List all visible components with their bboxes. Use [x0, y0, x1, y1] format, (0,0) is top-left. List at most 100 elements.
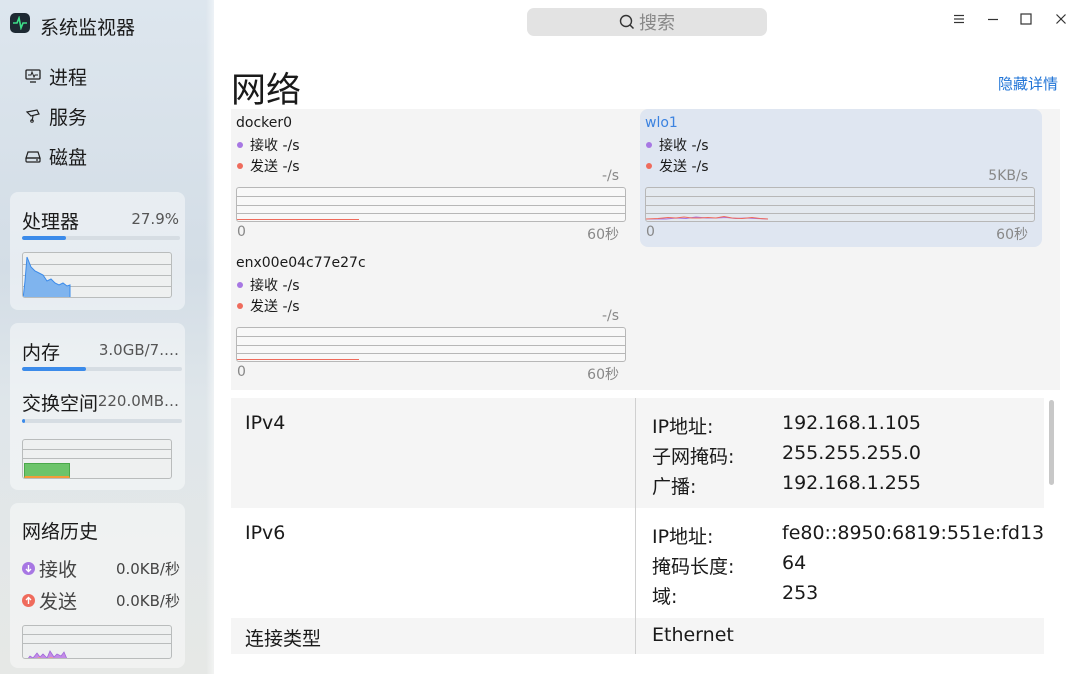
network-history-title: 网络历史: [22, 521, 99, 543]
interface-name: enx00e04c77e27c: [236, 255, 366, 271]
nav-item-label: 服务: [49, 106, 88, 129]
receive-rate: 接收 -/s: [659, 138, 709, 154]
nav-item-label: 磁盘: [49, 146, 88, 169]
cpu-card[interactable]: 处理器 27.9%: [10, 192, 185, 310]
send-legend: 发送 0.0KB/秒: [22, 589, 180, 613]
interface-card-docker0[interactable]: docker0 接收 -/s 发送 -/s -/s 0 60秒: [231, 109, 633, 247]
app-logo-icon: [10, 13, 30, 33]
memory-title: 内存: [22, 342, 61, 364]
close-button[interactable]: [1050, 8, 1072, 30]
send-line: [237, 359, 359, 360]
cpu-graph: [22, 252, 172, 298]
download-arrow-icon: [22, 561, 35, 575]
send-dot-icon: [237, 163, 243, 169]
interface-name: docker0: [236, 115, 293, 131]
axis-start: 0: [237, 224, 246, 240]
hide-details-link[interactable]: 隐藏详情: [998, 73, 1058, 94]
interface-graph-area: docker0 接收 -/s 发送 -/s -/s 0 60秒 wlo1 接收 …: [231, 109, 1060, 390]
send-dot-icon: [237, 303, 243, 309]
field-value: Ethernet: [652, 624, 734, 646]
receive-rate: 接收 -/s: [250, 138, 300, 154]
send-rate: 发送 -/s: [250, 159, 300, 175]
table-row-ipv6: IPv6 IP地址: fe80::8950:6819:551e:fd13 掩码长…: [231, 508, 1044, 618]
close-icon: [1056, 14, 1066, 24]
receive-rate: 0.0KB/秒: [115, 559, 180, 578]
nav-item-services[interactable]: 服务: [24, 103, 87, 129]
send-row: 发送 -/s: [236, 156, 300, 176]
memory-graph: [22, 439, 172, 479]
memory-usage-block: [24, 463, 70, 478]
menu-button[interactable]: [948, 8, 970, 30]
minimize-button[interactable]: [982, 8, 1004, 30]
cpu-usage-area: [23, 256, 71, 297]
memory-card[interactable]: 内存 3.0GB/7.… 交换空间 220.0MB…: [10, 323, 185, 490]
nav-item-disks[interactable]: 磁盘: [24, 143, 87, 169]
row-label: 连接类型: [245, 628, 322, 650]
axis-end: 60秒: [587, 227, 619, 243]
axis-start: 0: [646, 224, 655, 240]
details-table: IPv4 IP地址: 192.168.1.105 子网掩码: 255.255.2…: [231, 398, 1044, 654]
page-title: 网络: [231, 71, 302, 111]
interface-graph: [236, 187, 626, 222]
field-label: 域:: [652, 586, 678, 608]
search-placeholder: 搜索: [639, 13, 675, 34]
receive-history-area: [28, 650, 68, 658]
send-dot-icon: [646, 163, 652, 169]
network-history-card[interactable]: 网络历史 接收 0.0KB/秒 发送 0.0KB/秒: [10, 503, 185, 668]
minimize-icon: [988, 18, 998, 21]
field-label: 子网掩码:: [652, 446, 735, 468]
memory-value: 3.0GB/7.…: [98, 341, 179, 359]
graph-scale: -/s: [601, 168, 619, 184]
send-label: 发送: [39, 590, 78, 613]
receive-rate: 接收 -/s: [250, 278, 300, 294]
table-row-ipv4: IPv4 IP地址: 192.168.1.105 子网掩码: 255.255.2…: [231, 398, 1044, 508]
swap-title: 交换空间: [22, 393, 99, 415]
monitor-icon: [24, 67, 42, 85]
maximize-button[interactable]: [1015, 8, 1037, 30]
network-history-graph: [22, 625, 172, 659]
service-icon: [24, 107, 42, 125]
swap-progress-bar: [22, 419, 182, 423]
axis-end: 60秒: [996, 227, 1028, 243]
sidebar: 系统监视器 进程 服务 磁盘 处理器 27.9% 内存 3.0GB/7.… 交换…: [0, 0, 214, 674]
hamburger-icon: [954, 14, 964, 24]
swap-progress-fill: [22, 419, 26, 423]
memory-progress-fill: [22, 367, 86, 371]
receive-dot-icon: [646, 142, 652, 148]
cpu-title: 处理器: [22, 211, 80, 233]
cpu-value: 27.9%: [131, 210, 179, 228]
row-label: IPv4: [245, 412, 286, 434]
field-value: 253: [782, 582, 819, 604]
send-rate: 发送 -/s: [250, 299, 300, 315]
receive-row: 接收 -/s: [236, 135, 300, 155]
field-value: 64: [782, 552, 807, 574]
upload-arrow-icon: [22, 593, 35, 607]
graph-scale: -/s: [601, 308, 619, 324]
cpu-progress-fill: [22, 236, 67, 240]
main-panel: 搜索 网络 隐藏详情 docker0 接收 -/s 发送 -/s -/s 0 6…: [214, 0, 1080, 674]
receive-legend: 接收 0.0KB/秒: [22, 557, 180, 581]
row-label: IPv6: [245, 522, 286, 544]
interface-card-wlo1[interactable]: wlo1 接收 -/s 发送 -/s 5KB/s 0 60秒: [640, 109, 1042, 247]
field-value: fe80::8950:6819:551e:fd13: [782, 522, 1044, 544]
field-value: 192.168.1.255: [782, 472, 922, 494]
nav-item-processes[interactable]: 进程: [24, 63, 87, 89]
details-scrollbar[interactable]: [1049, 400, 1054, 485]
receive-dot-icon: [237, 142, 243, 148]
nav-item-label: 进程: [49, 66, 88, 89]
axis-end: 60秒: [587, 367, 619, 383]
receive-row: 接收 -/s: [645, 135, 709, 155]
maximize-icon: [1020, 13, 1032, 25]
field-value: 192.168.1.105: [782, 412, 922, 434]
memory-progress-bar: [22, 367, 182, 371]
send-row: 发送 -/s: [236, 296, 300, 316]
field-label: 广播:: [652, 476, 697, 498]
swap-value: 220.0MB…: [97, 392, 179, 410]
search-input[interactable]: 搜索: [527, 8, 767, 36]
send-rate: 0.0KB/秒: [115, 591, 180, 610]
interface-graph: [645, 187, 1035, 222]
interface-card-enx00e04c77e27c[interactable]: enx00e04c77e27c 接收 -/s 发送 -/s -/s 0 60秒: [231, 249, 633, 387]
receive-row: 接收 -/s: [236, 275, 300, 295]
send-line: [237, 219, 359, 220]
interface-name: wlo1: [645, 115, 678, 131]
